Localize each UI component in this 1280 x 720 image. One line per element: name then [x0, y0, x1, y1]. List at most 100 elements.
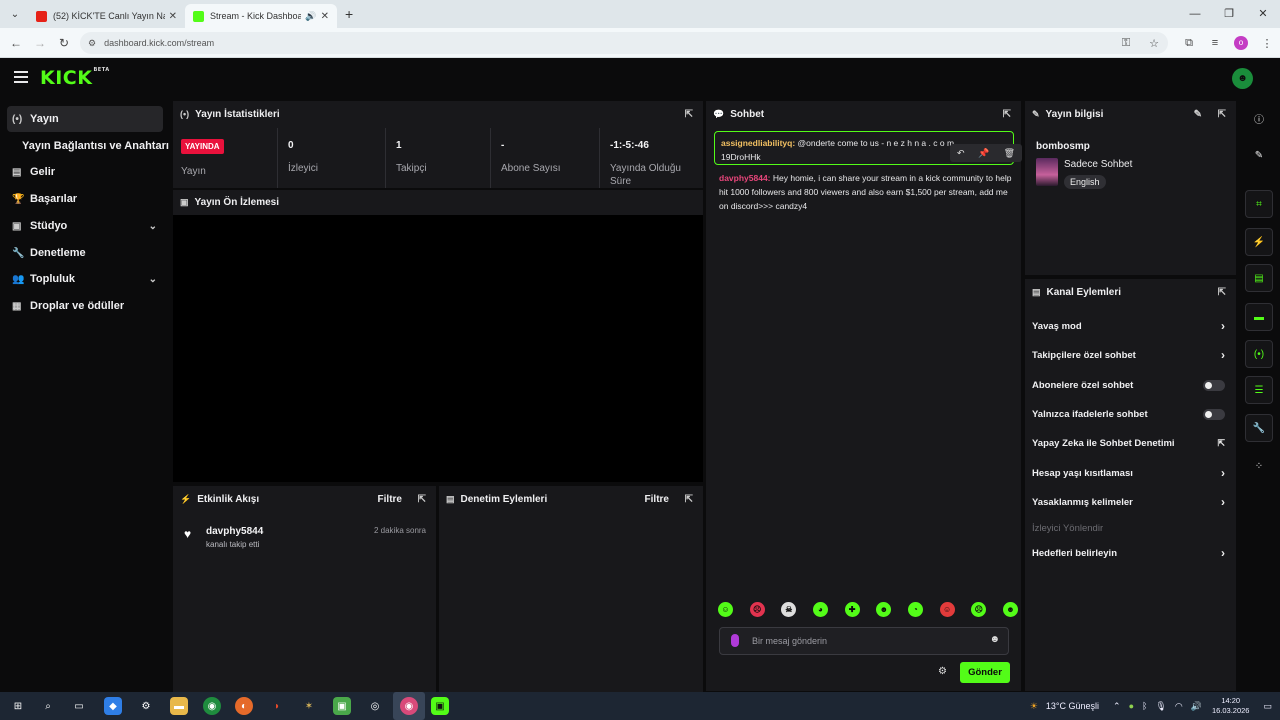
emote-icon[interactable]: ☺	[718, 602, 733, 617]
scan-icon[interactable]: ⌗	[1245, 190, 1273, 218]
search-icon[interactable]: ⌕	[39, 697, 57, 715]
document-icon[interactable]: ▤	[1245, 264, 1273, 292]
media-controls-icon[interactable]: ≡	[1202, 37, 1228, 49]
browser-tab-kick[interactable]: Stream - Kick Dashboard 🔊 ✕	[185, 4, 337, 28]
minecraft-icon[interactable]: ▣	[333, 697, 351, 715]
browser-menu-icon[interactable]: ⋮	[1254, 37, 1280, 50]
emote-icon[interactable]: ☹	[971, 602, 987, 617]
chat-username[interactable]: davphy5844:	[719, 173, 771, 183]
emote-icon[interactable]: ☠	[781, 602, 797, 617]
password-key-icon[interactable]: ⚿	[1112, 37, 1140, 50]
windows-start-icon[interactable]: ⊞	[9, 697, 27, 715]
popout-icon[interactable]: ⇱	[418, 494, 426, 505]
action-emotes-only[interactable]: Yalnızca ifadelerle sohbet	[1032, 404, 1225, 424]
volume-icon[interactable]: 🔊	[1191, 701, 1202, 712]
emote-icon[interactable]: ☻	[1002, 602, 1018, 617]
close-tab-icon[interactable]: ✕	[169, 11, 177, 22]
popout-icon[interactable]: ⇱	[685, 109, 693, 120]
emote-icon[interactable]: ◕	[812, 602, 828, 617]
emotes-only-toggle[interactable]	[1203, 408, 1225, 420]
sidebar-item-revenue[interactable]: ▤ Gelir	[7, 159, 163, 185]
wrench-icon[interactable]: 🔧	[1245, 414, 1273, 442]
weather-text[interactable]: 13°C Güneşli	[1046, 701, 1099, 711]
info-icon[interactable]: ⓘ	[1245, 104, 1273, 132]
layout-icon[interactable]: ⁘	[1245, 452, 1273, 480]
emoji-picker-icon[interactable]: ☻	[989, 634, 1000, 645]
chevron-down-icon[interactable]: ⌄	[149, 221, 157, 232]
action-subs-only[interactable]: Abonelere özel sohbet	[1032, 375, 1225, 395]
tray-chevron-icon[interactable]: ⌃	[1113, 701, 1121, 712]
notifications-icon[interactable]: ▭	[1263, 701, 1272, 712]
action-banned-words[interactable]: Yasaklanmış kelimeler ›	[1032, 492, 1225, 512]
broadcast-icon[interactable]: (•)	[1245, 340, 1273, 368]
action-ai-moderation[interactable]: Yapay Zeka ile Sohbet Denetimi ⇱	[1032, 433, 1225, 453]
new-tab-button[interactable]: +	[345, 6, 353, 22]
forward-icon[interactable]: →	[28, 36, 52, 50]
pinned-username[interactable]: assignedliabilityq:	[721, 138, 795, 148]
url-field[interactable]: ⚙ dashboard.kick.com/stream ⚿ ☆	[80, 32, 1168, 54]
browser-app-icon[interactable]: ◉	[400, 697, 418, 715]
firefox-icon[interactable]: ◐	[235, 697, 253, 715]
game-icon[interactable]: ✶	[300, 697, 318, 715]
undo-icon[interactable]: ↶	[957, 148, 965, 159]
bluetooth-icon[interactable]: ᛒ	[1142, 701, 1147, 711]
hamburger-menu-icon[interactable]	[14, 71, 28, 83]
emote-icon[interactable]: ☹	[749, 602, 765, 617]
task-view-icon[interactable]: ▭	[70, 697, 88, 715]
app-icon[interactable]: ◗	[268, 697, 286, 715]
bookmark-star-icon[interactable]: ☆	[1140, 37, 1168, 50]
filter-button[interactable]: Filtre	[645, 494, 669, 505]
microphone-tray-icon[interactable]: 🎙	[1155, 701, 1166, 712]
pin-icon[interactable]: 📌	[978, 148, 989, 159]
wifi-icon[interactable]: ◠	[1175, 701, 1183, 712]
close-window-button[interactable]: ✕	[1246, 0, 1280, 28]
emote-icon[interactable]: ✚	[844, 602, 860, 617]
sidebar-item-stream-key[interactable]: Yayın Bağlantısı ve Anahtarı	[17, 133, 170, 159]
extensions-icon[interactable]: ⧉	[1176, 37, 1202, 50]
action-followers-only[interactable]: Takipçilere özel sohbet ›	[1032, 345, 1225, 365]
microphone-icon[interactable]	[731, 634, 739, 647]
chevron-down-icon[interactable]: ⌄	[149, 274, 157, 285]
chat-input-box[interactable]: ☻	[719, 627, 1009, 655]
action-account-age[interactable]: Hesap yaşı kısıtlaması ›	[1032, 463, 1225, 483]
send-button[interactable]: Gönder	[960, 662, 1010, 683]
tray-app-icon[interactable]: ●	[1129, 701, 1134, 711]
trash-icon[interactable]: 🗑	[1004, 148, 1015, 159]
activity-username[interactable]: davphy5844	[206, 526, 263, 537]
popout-icon[interactable]: ⇱	[1218, 109, 1226, 120]
list-icon[interactable]: ☰	[1245, 376, 1273, 404]
user-avatar[interactable]: ☻	[1232, 68, 1253, 89]
audio-playing-icon[interactable]: 🔊	[305, 11, 316, 22]
chat-icon[interactable]: ▬	[1245, 303, 1273, 331]
popout-icon[interactable]: ⇱	[1003, 109, 1011, 120]
sidebar-item-community[interactable]: 👥 Topluluk ⌄	[7, 266, 163, 292]
stream-preview-player[interactable]	[173, 215, 703, 482]
restore-button[interactable]: ❐	[1212, 0, 1246, 28]
copilot-icon[interactable]: ◆	[104, 697, 122, 715]
lightning-icon[interactable]: ⚡	[1245, 228, 1273, 256]
tab-search-icon[interactable]: ⌄	[2, 4, 28, 24]
close-tab-icon[interactable]: ✕	[321, 11, 329, 22]
emote-icon[interactable]: ◔	[907, 602, 923, 617]
kick-app-icon[interactable]: ▣	[431, 697, 449, 715]
profile-avatar[interactable]: o	[1234, 36, 1248, 50]
emote-icon[interactable]: ☺	[939, 602, 955, 617]
minimize-button[interactable]: —	[1178, 0, 1212, 28]
kick-logo[interactable]: KICKBETA	[40, 67, 110, 89]
sidebar-item-studio[interactable]: ▣ Stüdyo ⌄	[7, 213, 163, 239]
obs-icon[interactable]: ◎	[366, 697, 384, 715]
subs-only-toggle[interactable]	[1203, 379, 1225, 391]
sidebar-item-moderation[interactable]: 🔧 Denetleme	[7, 240, 163, 266]
edit-icon[interactable]: ✎	[1194, 109, 1202, 120]
file-explorer-icon[interactable]: ▬	[170, 697, 188, 715]
reload-icon[interactable]: ↻	[52, 36, 76, 50]
action-set-goals[interactable]: Hedefleri belirleyin ›	[1032, 543, 1225, 563]
browser-tab-youtube[interactable]: (52) KİCK'TE Canlı Yayın Nasıl Açılır ✕	[28, 4, 185, 28]
chat-message-input[interactable]	[752, 632, 972, 650]
popout-icon[interactable]: ⇱	[1218, 287, 1226, 298]
back-icon[interactable]: ←	[4, 36, 28, 50]
clock[interactable]: 14:20 16.03.2026	[1212, 696, 1250, 716]
sidebar-item-stream[interactable]: (•) Yayın	[7, 106, 163, 132]
emote-icon[interactable]: ☻	[876, 602, 892, 617]
action-slow-mode[interactable]: Yavaş mod ›	[1032, 316, 1225, 336]
